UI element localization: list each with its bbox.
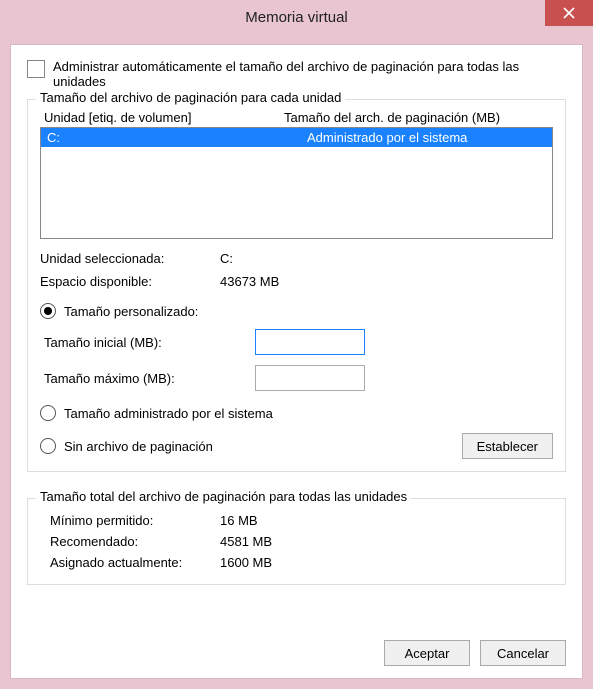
close-icon [563,7,575,19]
min-value: 16 MB [220,513,553,528]
selected-drive-value: C: [220,251,553,266]
radio-custom-label: Tamaño personalizado: [64,304,198,319]
radio-system-label: Tamaño administrado por el sistema [64,406,273,421]
close-button[interactable] [545,0,593,26]
totals-group: Tamaño total del archivo de paginación p… [27,498,566,585]
rec-label: Recomendado: [40,534,220,549]
cur-value: 1600 MB [220,555,553,570]
free-space-value: 43673 MB [220,274,553,289]
initial-size-row: Tamaño inicial (MB): [40,329,553,355]
rec-row: Recomendado: 4581 MB [40,534,553,549]
drive-row[interactable]: C: Administrado por el sistema [41,128,552,147]
min-row: Mínimo permitido: 16 MB [40,513,553,528]
col-drive-header: Unidad [etiq. de volumen] [44,110,284,125]
selected-drive-label: Unidad seleccionada: [40,251,220,266]
rec-value: 4581 MB [220,534,553,549]
radio-none-row: Sin archivo de paginación Establecer [40,433,553,459]
cur-row: Asignado actualmente: 1600 MB [40,555,553,570]
auto-manage-checkbox[interactable] [27,60,45,78]
window-title: Memoria virtual [245,9,348,26]
auto-manage-label: Administrar automáticamente el tamaño de… [53,59,566,89]
radio-system-row[interactable]: Tamaño administrado por el sistema [40,405,553,421]
totals-group-title: Tamaño total del archivo de paginación p… [36,489,411,504]
dialog-content: Administrar automáticamente el tamaño de… [10,44,583,679]
radio-none-inner[interactable]: Sin archivo de paginación [40,438,462,454]
per-drive-group-title: Tamaño del archivo de paginación para ca… [36,90,345,105]
per-drive-group: Tamaño del archivo de paginación para ca… [27,99,566,472]
initial-size-input[interactable] [255,329,365,355]
drive-row-size: Administrado por el sistema [307,130,546,145]
drive-row-drive: C: [47,130,307,145]
cur-label: Asignado actualmente: [40,555,220,570]
initial-size-label: Tamaño inicial (MB): [40,335,255,350]
max-size-label: Tamaño máximo (MB): [40,371,255,386]
ok-button[interactable]: Aceptar [384,640,470,666]
set-button[interactable]: Establecer [462,433,553,459]
selected-drive-row: Unidad seleccionada: C: [40,251,553,266]
radio-none-label: Sin archivo de paginación [64,439,213,454]
min-label: Mínimo permitido: [40,513,220,528]
button-bar: Aceptar Cancelar [384,640,566,666]
free-space-row: Espacio disponible: 43673 MB [40,274,553,289]
radio-system[interactable] [40,405,56,421]
max-size-row: Tamaño máximo (MB): [40,365,553,391]
auto-manage-row[interactable]: Administrar automáticamente el tamaño de… [27,59,566,89]
radio-custom-row[interactable]: Tamaño personalizado: [40,303,553,319]
radio-custom[interactable] [40,303,56,319]
free-space-label: Espacio disponible: [40,274,220,289]
drive-listbox[interactable]: C: Administrado por el sistema [40,127,553,239]
radio-none[interactable] [40,438,56,454]
list-headers: Unidad [etiq. de volumen] Tamaño del arc… [40,110,553,127]
cancel-button[interactable]: Cancelar [480,640,566,666]
col-size-header: Tamaño del arch. de paginación (MB) [284,110,549,125]
titlebar: Memoria virtual [0,0,593,34]
max-size-input[interactable] [255,365,365,391]
